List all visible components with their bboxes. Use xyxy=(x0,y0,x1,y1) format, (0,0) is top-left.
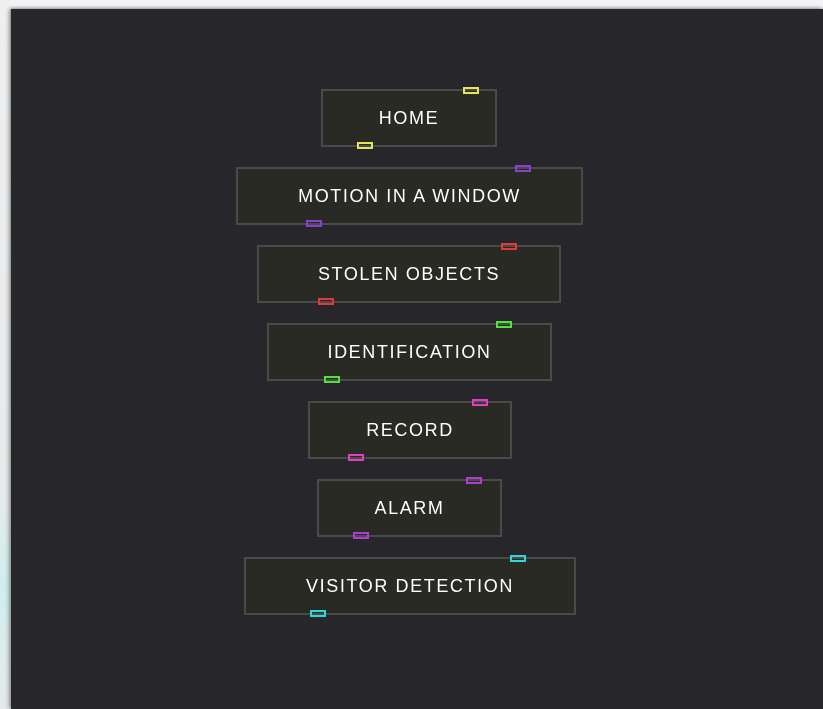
motion-in-a-window-button-label: MOTION IN A WINDOW xyxy=(298,185,521,206)
menu-panel: HOME MOTION IN A WINDOW STOLEN OBJECTS I… xyxy=(11,9,823,709)
accent-tab-top xyxy=(463,87,479,94)
accent-tab-bottom xyxy=(318,298,334,305)
alarm-button[interactable]: ALARM xyxy=(317,477,502,539)
accent-tab-bottom xyxy=(306,220,322,227)
accent-tab-top xyxy=(501,243,517,250)
accent-tab-bottom xyxy=(310,610,326,617)
record-button-label: RECORD xyxy=(366,419,454,440)
accent-tab-bottom xyxy=(324,376,340,383)
identification-button-label: IDENTIFICATION xyxy=(327,341,492,362)
background-window-edge xyxy=(0,0,10,709)
accent-tab-top xyxy=(466,477,482,484)
stolen-objects-button-label: STOLEN OBJECTS xyxy=(317,263,501,284)
stolen-objects-button[interactable]: STOLEN OBJECTS xyxy=(257,243,561,305)
visitor-detection-button[interactable]: VISITOR DETECTION xyxy=(244,555,576,617)
accent-tab-top xyxy=(496,321,512,328)
accent-tab-bottom xyxy=(353,532,369,539)
accent-tab-top xyxy=(510,555,526,562)
accent-tab-top xyxy=(472,399,488,406)
accent-tab-top xyxy=(515,165,531,172)
home-button-label: HOME xyxy=(378,107,440,128)
identification-button[interactable]: IDENTIFICATION xyxy=(267,321,552,383)
visitor-detection-button-label: VISITOR DETECTION xyxy=(306,575,514,596)
accent-tab-bottom xyxy=(348,454,364,461)
alarm-button-label: ALARM xyxy=(374,497,445,518)
record-button[interactable]: RECORD xyxy=(308,399,512,461)
window-top-edge xyxy=(0,0,823,8)
motion-in-a-window-button[interactable]: MOTION IN A WINDOW xyxy=(236,165,583,227)
home-button[interactable]: HOME xyxy=(321,87,497,149)
accent-tab-bottom xyxy=(357,142,373,149)
